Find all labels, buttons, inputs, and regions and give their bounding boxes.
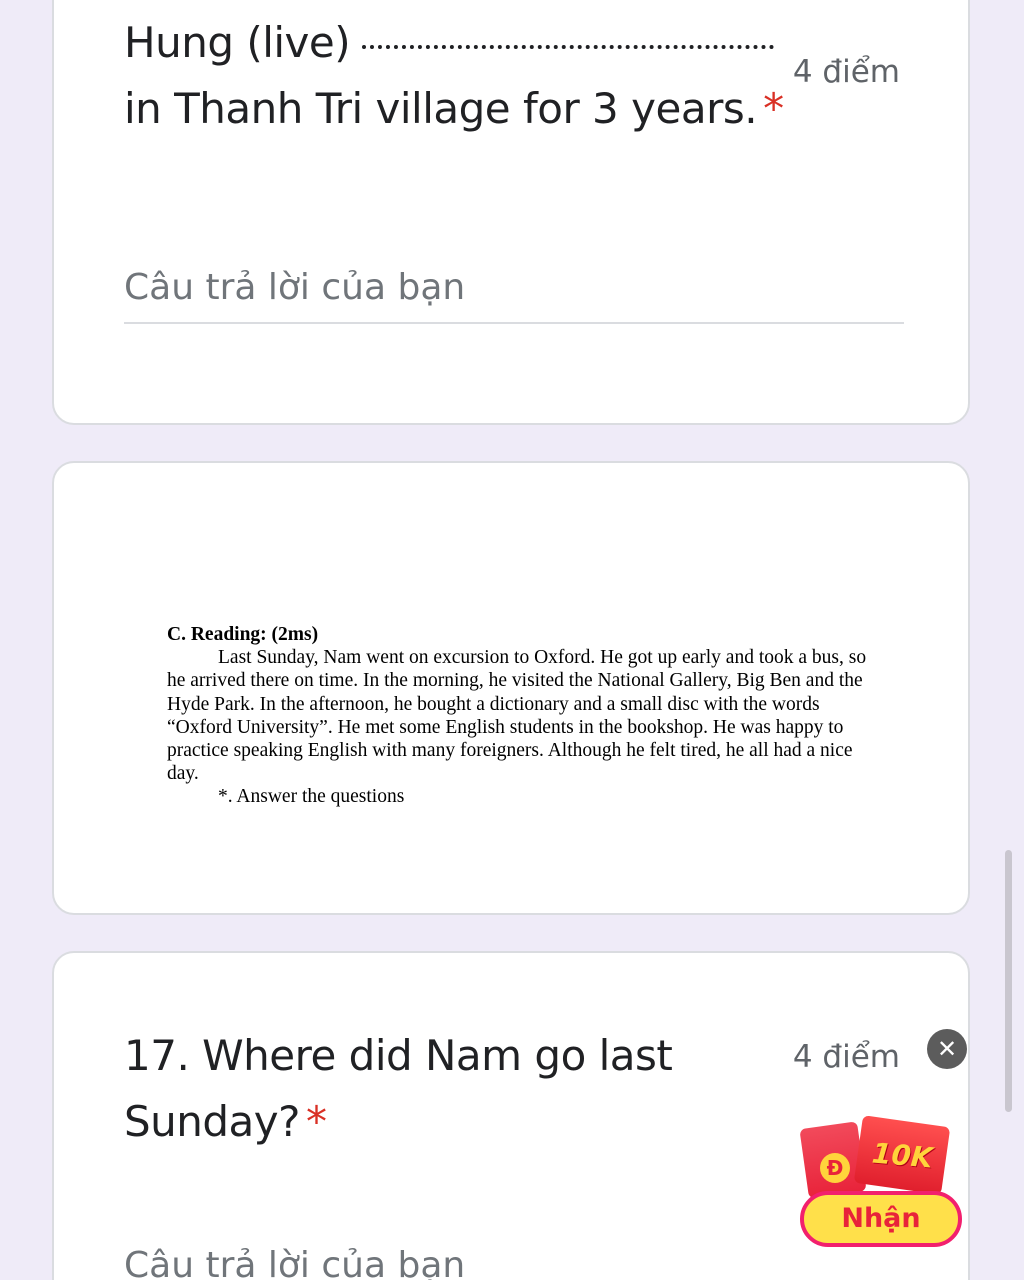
required-asterisk: * bbox=[763, 84, 784, 133]
reading-instruction: *. Answer the questions bbox=[218, 786, 405, 808]
answer-input[interactable] bbox=[124, 267, 904, 324]
scrollbar-thumb[interactable] bbox=[1005, 850, 1012, 1112]
question-title: 17. Where did Nam go last Sunday? * bbox=[124, 1023, 684, 1155]
reading-passage-image: C. Reading: (2ms) Last Sunday, Nam went … bbox=[167, 623, 867, 809]
reading-passage: Last Sunday, Nam went on excursion to Ox… bbox=[167, 647, 867, 785]
blank-dots bbox=[362, 35, 775, 49]
question-title: Hung (live) in Thanh Tri village for 3 y… bbox=[124, 10, 784, 142]
question-points: 4 điểm bbox=[792, 1039, 900, 1075]
required-asterisk: * bbox=[305, 1097, 327, 1146]
answer-input[interactable] bbox=[124, 1245, 904, 1280]
dong-coin-icon: Đ bbox=[820, 1153, 850, 1183]
close-icon[interactable]: ✕ bbox=[927, 1029, 967, 1069]
form-page: Hung (live) in Thanh Tri village for 3 y… bbox=[0, 0, 1024, 1280]
question-card-live: Hung (live) in Thanh Tri village for 3 y… bbox=[52, 0, 970, 425]
question-title-start: Hung (live) bbox=[124, 18, 351, 67]
promo-reward-widget[interactable]: Đ 10K Nhận bbox=[798, 1115, 966, 1255]
promo-amount: 10K bbox=[870, 1136, 934, 1175]
reading-image-card: C. Reading: (2ms) Last Sunday, Nam went … bbox=[52, 461, 970, 915]
question-title-text: 17. Where did Nam go last Sunday? bbox=[124, 1031, 673, 1146]
question-points: 4 điểm bbox=[792, 54, 900, 90]
claim-button[interactable]: Nhận bbox=[800, 1191, 962, 1247]
reading-heading: C. Reading: (2ms) bbox=[167, 624, 319, 645]
question-title-end: in Thanh Tri village for 3 years. bbox=[124, 84, 758, 133]
